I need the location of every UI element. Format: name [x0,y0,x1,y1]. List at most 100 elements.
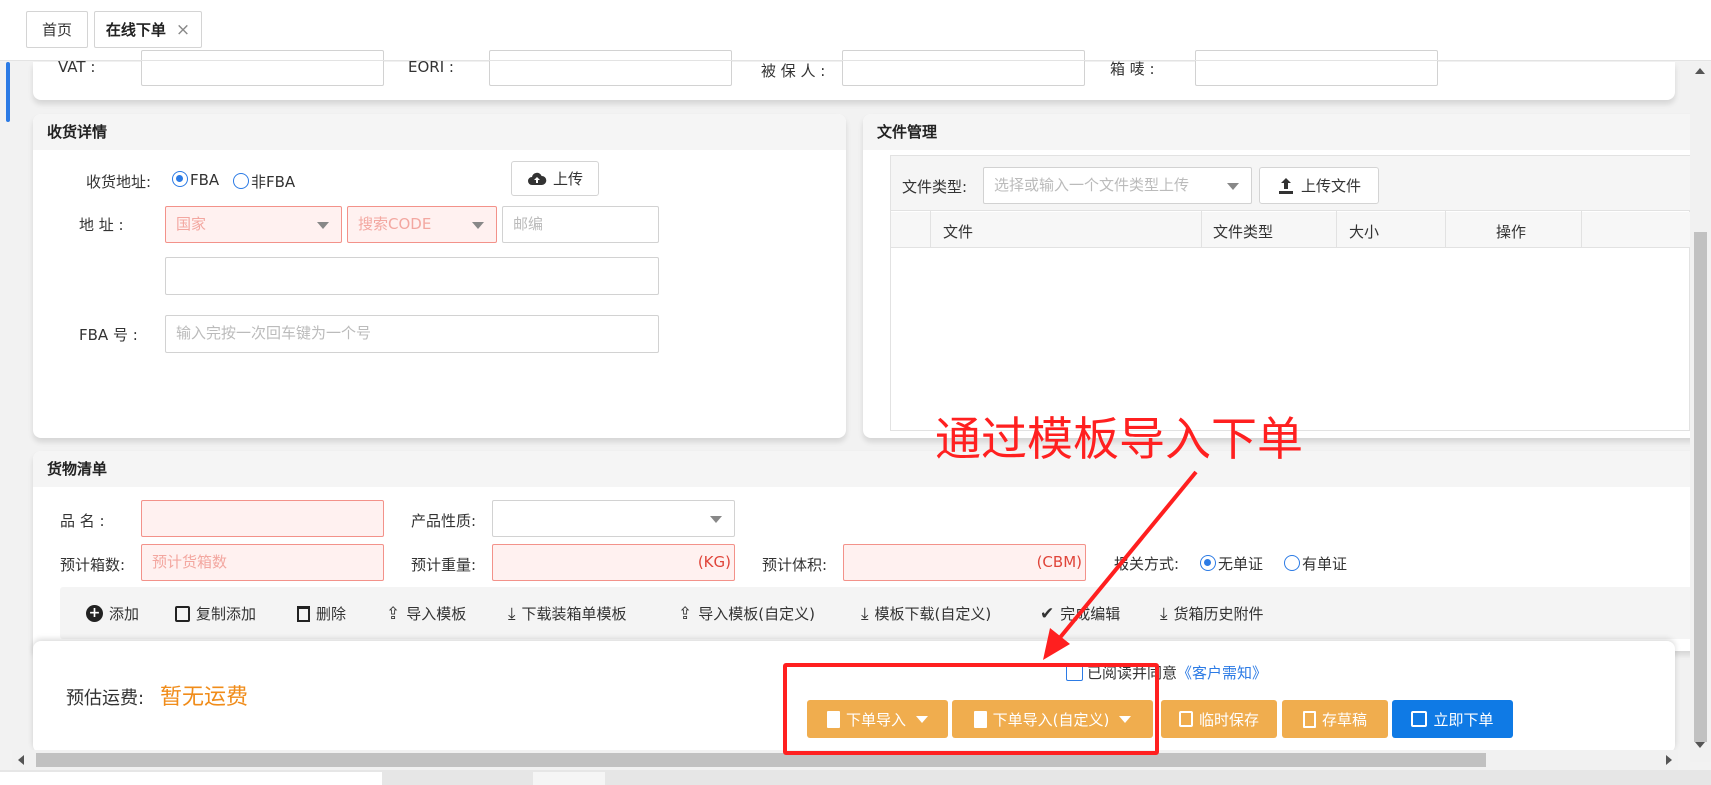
scroll-up-icon[interactable] [1695,68,1705,74]
code-select[interactable]: 搜索CODE [347,206,497,243]
receive-address-label: 收货地址: [86,173,152,191]
box-count-label: 预计箱数: [60,556,126,574]
save-icon [1411,711,1428,727]
file-type-placeholder: 选择或输入一个文件类型上传 [994,176,1190,194]
tab-online-order-label: 在线下单 [105,21,166,39]
upload-button-label: 上传 [552,170,583,188]
tab-home[interactable]: 首页 [26,11,88,48]
copy-add-button[interactable]: 复制添加 [175,603,256,624]
upload-button[interactable]: 上传 [511,161,599,196]
col-action: 操作 [1496,223,1527,241]
download-template-custom-button[interactable]: ⤓ 模板下载(自定义) [861,603,991,624]
download-template-custom-label: 模板下载(自定义) [874,605,992,623]
upload-icon: ⇪ [386,603,401,624]
file-icon [1302,710,1316,728]
fba-number-input[interactable]: 输入完按一次回车键为一个号 [165,315,659,353]
goods-panel-title: 货物清单 [33,451,1711,487]
scroll-right-icon[interactable] [1666,755,1672,765]
submit-order-button[interactable]: 立即下单 [1392,700,1513,738]
vat-input[interactable] [141,50,384,86]
close-icon[interactable]: × [176,20,190,40]
import-template-custom-label: 导入模板(自定义) [698,605,815,623]
plus-circle-icon: + [86,605,103,622]
insured-input[interactable] [842,50,1085,86]
vertical-scroll-thumb[interactable] [1694,232,1707,742]
box-history-attachments-button[interactable]: ⤓ 货箱历史附件 [1160,603,1264,624]
download-packing-template-label: 下载装箱单模板 [521,605,627,623]
chevron-down-icon [1227,183,1239,190]
address-detail-input[interactable] [165,257,659,295]
volume-label: 预计体积: [762,556,828,574]
delete-label: 删除 [316,605,347,623]
left-accent-bar [6,62,10,122]
insured-label: 被 保 人 : [761,62,826,80]
box-count-input[interactable]: 预计货箱数 [141,544,384,581]
non-fba-radio-dot [233,173,249,189]
fba-radio-label: FBA [190,171,220,189]
freight-label: 预估运费: [66,688,145,709]
fba-number-label: FBA 号 : [79,326,138,344]
volume-unit: (CBM) [1036,553,1082,571]
no-document-label: 无单证 [1218,555,1264,573]
vertical-scrollbar[interactable] [1690,62,1711,762]
upload-file-button[interactable]: 上传文件 [1259,167,1379,204]
chevron-down-icon [710,516,722,523]
scroll-left-icon[interactable] [18,755,24,765]
receive-panel-title: 收货详情 [33,114,846,150]
tab-home-label: 首页 [41,21,72,39]
bottom-strip [0,770,1711,785]
non-fba-radio[interactable]: 非FBA [233,171,295,192]
chevron-down-icon [317,222,329,229]
zip-input[interactable]: 邮编 [502,206,659,243]
fba-radio[interactable]: FBA [172,171,219,189]
vat-label: VAT : [58,58,96,76]
upload-icon: ⇪ [678,603,693,624]
chevron-down-icon [472,222,484,229]
box-history-attachments-label: 货箱历史附件 [1173,605,1264,623]
scroll-down-icon[interactable] [1695,742,1705,748]
annotation-text: 通过模板导入下单 [935,412,1303,466]
file-type-select[interactable]: 选择或输入一个文件类型上传 [983,167,1252,204]
temp-save-button[interactable]: 临时保存 [1161,700,1277,738]
box-mark-input[interactable] [1195,50,1438,86]
trash-icon [297,605,310,622]
add-button[interactable]: + 添加 [86,603,139,624]
customer-notice-link[interactable]: 《客户需知》 [1177,664,1267,682]
copy-icon [1178,711,1193,727]
volume-input[interactable]: (CBM) [843,544,1086,581]
col-file: 文件 [943,223,974,241]
annotation-highlight-box [783,663,1159,755]
product-name-input[interactable] [141,500,384,537]
eori-input[interactable] [489,50,732,86]
tab-online-order[interactable]: 在线下单 × [94,11,202,48]
no-document-dot [1200,555,1216,571]
freight-value: 暂无运费 [160,685,249,710]
weight-label: 预计重量: [411,556,477,574]
download-packing-template-button[interactable]: ⤓ 下载装箱单模板 [508,603,627,624]
upload-file-label: 上传文件 [1300,177,1361,195]
finish-edit-button[interactable]: ✔ 完成编辑 [1040,603,1120,624]
add-label: 添加 [109,605,140,623]
copy-icon [175,605,190,622]
zip-placeholder: 邮编 [513,215,544,233]
weight-input[interactable]: (KG) [492,544,735,581]
horizontal-scroll-thumb[interactable] [36,753,1486,767]
temp-save-label: 临时保存 [1198,710,1259,729]
save-draft-button[interactable]: 存草稿 [1282,700,1388,738]
box-mark-label: 箱 唛 : [1110,60,1155,78]
fba-number-placeholder: 输入完按一次回车键为一个号 [176,324,372,342]
import-template-button[interactable]: ⇪ 导入模板 [386,603,466,624]
file-type-label: 文件类型: [902,178,968,196]
address-label: 地 址 : [79,216,124,234]
cloud-upload-icon [527,172,547,185]
with-document-radio[interactable]: 有单证 [1284,553,1347,574]
upload-icon [1278,177,1293,194]
file-table-header [891,212,1691,248]
download-icon: ⤓ [861,603,869,624]
delete-button[interactable]: 删除 [297,603,346,624]
product-nature-select[interactable] [492,500,735,537]
country-select[interactable]: 国家 [165,206,342,243]
import-template-custom-button[interactable]: ⇪ 导入模板(自定义) [678,603,815,624]
eori-label: EORI : [408,58,454,76]
no-document-radio[interactable]: 无单证 [1200,553,1263,574]
